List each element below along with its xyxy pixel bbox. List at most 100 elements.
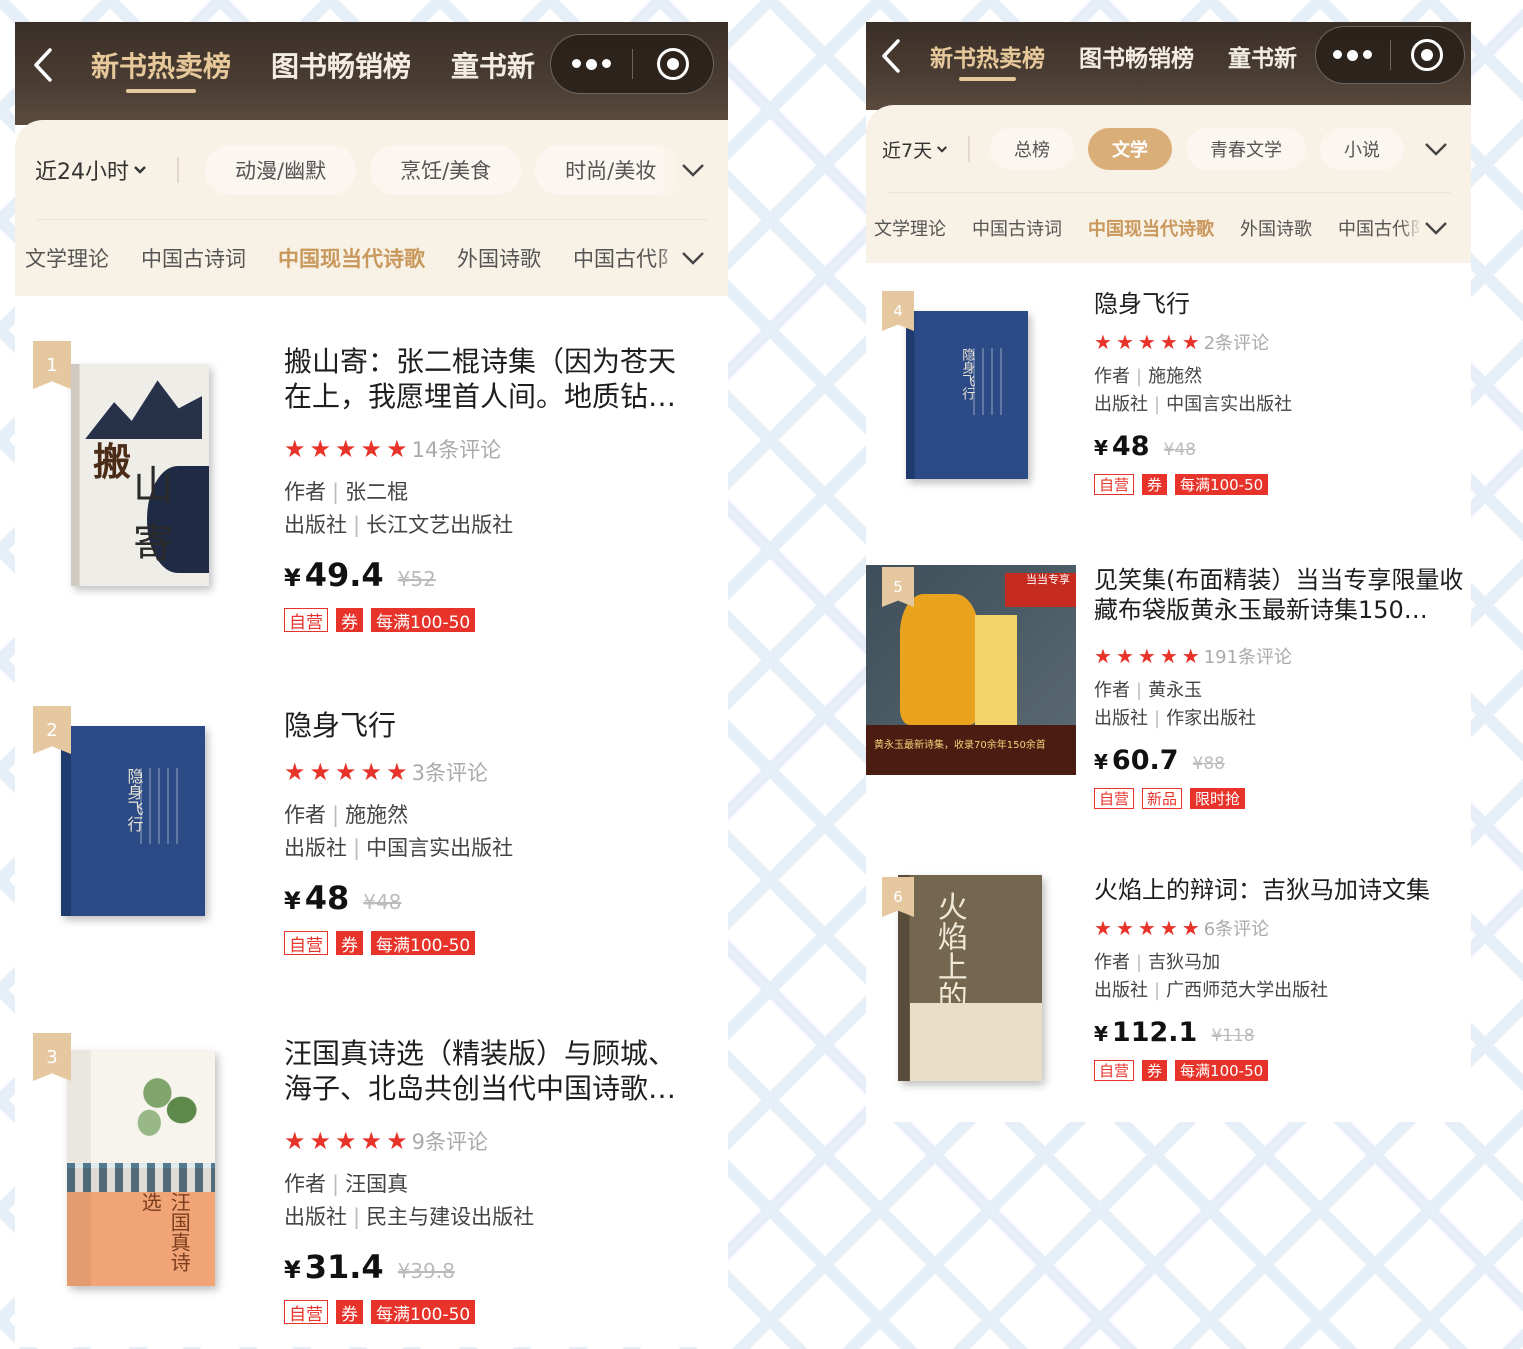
time-range-select[interactable]: 近7天 [882, 136, 948, 163]
original-price: ¥48 [1163, 440, 1196, 460]
time-range-select[interactable]: 近24小时 [35, 154, 147, 186]
review-count[interactable]: 191条评论 [1204, 643, 1292, 669]
tab-bestsellers[interactable]: 图书畅销榜 [271, 45, 411, 85]
tab-children-books[interactable]: 童书新 [1228, 39, 1297, 73]
rank-badge: 1 [33, 341, 71, 389]
book-cover[interactable]: 隐身飞行 [906, 311, 1028, 479]
author-name[interactable]: 吉狄马加 [1148, 952, 1220, 973]
author-name[interactable]: 张二棍 [345, 480, 408, 504]
author-name[interactable]: 黄永玉 [1148, 680, 1202, 701]
left-screenshot: 新书热卖榜 图书畅销榜 童书新 近24小时 动漫/幽默 烹饪/美食 时尚/美妆 [15, 22, 728, 1347]
expand-categories-button[interactable] [658, 120, 728, 220]
chevron-left-icon[interactable] [866, 22, 916, 90]
more-dots-icon [571, 58, 611, 70]
more-button[interactable] [1316, 27, 1390, 83]
tag-new: 新品 [1142, 788, 1183, 809]
subcat-classical-poetry[interactable]: 中国古诗词 [972, 215, 1062, 241]
tab-new-books[interactable]: 新书热卖榜 [91, 45, 231, 93]
chip-comic-humor[interactable]: 动漫/幽默 [205, 145, 357, 195]
publisher-name[interactable]: 作家出版社 [1166, 708, 1256, 729]
book-info: 隐身飞行 ★ ★ ★ ★ ★ 2条评论 作者 | 施施然 出版社 | 中国言实出版社 ¥48 ¥… [1094, 289, 1464, 495]
publisher-line: 出版社 | 广西师范大学出版社 [1094, 980, 1329, 1001]
publisher-name[interactable]: 长江文艺出版社 [366, 513, 513, 537]
top-nav-bar: 新书热卖榜 图书畅销榜 童书新 [15, 22, 728, 125]
current-price: ¥48 [284, 879, 350, 917]
chip-youth-literature[interactable]: 青春文学 [1186, 128, 1307, 170]
subcat-classical-poetry[interactable]: 中国古诗词 [141, 243, 246, 273]
subcat-foreign-poetry[interactable]: 外国诗歌 [457, 243, 541, 273]
publisher-name[interactable]: 民主与建设出版社 [366, 1205, 534, 1229]
book-cover[interactable]: 搬 山寄 [71, 364, 209, 586]
author-name[interactable]: 汪国真 [345, 1172, 408, 1196]
tag-discount: 每满100-50 [371, 1300, 476, 1325]
chevron-down-icon [682, 164, 704, 177]
chip-novel[interactable]: 小说 [1320, 128, 1405, 170]
promo-tags: 自营 券 每满100-50 [1094, 474, 1464, 495]
book-cover[interactable]: 隐身飞行 [61, 726, 205, 916]
rating: ★ ★ ★ ★ ★ 9条评论 [284, 1126, 694, 1156]
book-title[interactable]: 搬山寄：张二棍诗集（因为苍天在上，我愿埋首人间。地质钻… [284, 344, 694, 414]
tag-coupon: 券 [336, 931, 363, 956]
star-icon: ★ [1159, 644, 1178, 668]
close-button[interactable] [1391, 27, 1465, 83]
star-icon: ★ [360, 1127, 383, 1155]
author-name[interactable]: 施施然 [1148, 366, 1202, 387]
right-screenshot: 新书热卖榜 图书畅销榜 童书新 近7天 总榜 文学 青春文学 小说 文学理论 中… [866, 22, 1471, 1122]
book-cover[interactable]: 汪国真诗选 [67, 1050, 215, 1286]
subcat-literary-theory[interactable]: 文学理论 [25, 243, 109, 273]
more-button[interactable] [551, 35, 632, 93]
book-cover[interactable]: 火焰上的辩词 [898, 875, 1042, 1081]
tab-children-books[interactable]: 童书新 [451, 45, 535, 85]
book-title[interactable]: 隐身飞行 [284, 708, 694, 743]
close-button[interactable] [633, 35, 714, 93]
review-count[interactable]: 6条评论 [1204, 915, 1269, 941]
expand-categories-button[interactable] [1401, 105, 1471, 193]
tag-coupon: 券 [336, 608, 363, 633]
chevron-down-icon [1425, 222, 1447, 235]
mini-program-capsule [550, 34, 714, 94]
publisher-name[interactable]: 中国言实出版社 [1166, 394, 1292, 415]
author-name[interactable]: 施施然 [345, 803, 408, 827]
review-count[interactable]: 14条评论 [412, 434, 502, 464]
subcat-modern-poetry[interactable]: 中国现当代诗歌 [278, 243, 425, 273]
review-count[interactable]: 2条评论 [1204, 329, 1269, 355]
author-line: 作者 | 施施然 [1094, 366, 1203, 387]
review-count[interactable]: 3条评论 [412, 757, 488, 787]
subcat-modern-poetry[interactable]: 中国现当代诗歌 [1088, 215, 1214, 241]
tab-new-books[interactable]: 新书热卖榜 [930, 39, 1045, 81]
expand-subcategories-button[interactable] [1401, 193, 1471, 263]
current-price: ¥48 [1094, 431, 1150, 462]
publisher-name[interactable]: 中国言实出版社 [366, 836, 513, 860]
current-price: ¥112.1 [1094, 1017, 1198, 1048]
review-count[interactable]: 9条评论 [412, 1126, 488, 1156]
chip-literature[interactable]: 文学 [1088, 128, 1173, 170]
book-title[interactable]: 汪国真诗选（精装版）与顾城、海子、北岛共创当代中国诗歌… [284, 1036, 694, 1106]
expand-subcategories-button[interactable] [658, 220, 728, 296]
subcategory-row: 文学理论 中国古诗词 中国现当代诗歌 外国诗歌 中国古代阝 [15, 220, 728, 296]
publisher-name[interactable]: 广西师范大学出版社 [1166, 980, 1328, 1001]
book-title[interactable]: 隐身飞行 [1094, 289, 1464, 319]
author-line: 作者 | 汪国真 [284, 1172, 409, 1196]
subcat-literary-theory[interactable]: 文学理论 [874, 215, 946, 241]
chevron-left-icon[interactable] [15, 22, 71, 108]
star-icon: ★ [284, 1127, 306, 1155]
star-icon: ★ [335, 1127, 357, 1155]
chip-cooking[interactable]: 烹饪/美食 [370, 145, 522, 195]
tab-bestsellers[interactable]: 图书畅销榜 [1079, 39, 1194, 73]
star-icon: ★ [386, 1127, 408, 1155]
star-icon: ★ [360, 435, 383, 463]
author-line: 作者 | 施施然 [284, 803, 409, 827]
chevron-down-icon [682, 252, 704, 265]
promo-tags: 自营 券 每满100-50 [284, 931, 694, 956]
book-title[interactable]: 见笑集(布面精装）当当专享限量收藏布袋版黄永玉最新诗集150… [1094, 565, 1464, 625]
publisher-line: 出版社 | 长江文艺出版社 [284, 513, 514, 537]
chip-overall[interactable]: 总榜 [990, 128, 1075, 170]
ranking-tabs: 新书热卖榜 图书畅销榜 童书新 [91, 22, 551, 108]
time-range-label: 近7天 [882, 139, 933, 162]
star-rating: ★ ★ ★ ★ ★ [1094, 646, 1200, 666]
rating: ★ ★ ★ ★ ★ 14条评论 [284, 434, 694, 464]
subcat-foreign-poetry[interactable]: 外国诗歌 [1240, 215, 1312, 241]
time-range-label: 近24小时 [35, 160, 129, 185]
star-icon: ★ [309, 435, 332, 463]
book-title[interactable]: 火焰上的辩词：吉狄马加诗文集 [1094, 875, 1464, 905]
